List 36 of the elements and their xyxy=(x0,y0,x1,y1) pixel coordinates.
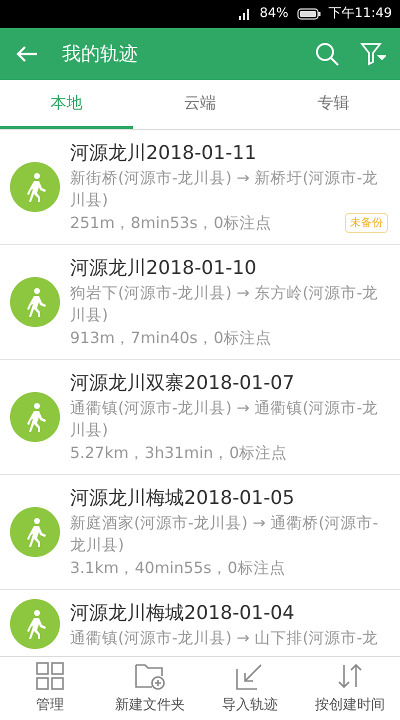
walking-icon xyxy=(10,392,60,442)
track-route: 新庭酒家(河源市-龙川县) → 通衢桥(河源市-龙川县) xyxy=(70,513,380,556)
folder-add-icon xyxy=(134,661,166,691)
track-title: 河源龙川梅城2018-01-04 xyxy=(70,601,296,626)
track-route: 狗岩下(河源市-龙川县) → 东方岭(河源市-龙川县) xyxy=(70,283,380,326)
toolbar-button[interactable]: 导入轨迹 xyxy=(200,657,300,720)
track-stats: 3.1km，40min55s，0标注点 xyxy=(70,558,286,579)
track-title: 河源龙川双寨2018-01-07 xyxy=(70,371,296,396)
track-route: 通衢镇(河源市-龙川县) → 山下排(河源市-龙 xyxy=(70,628,380,649)
signal-icon xyxy=(238,7,252,21)
track-stats: 5.27km，3h31min，0标注点 xyxy=(70,443,288,464)
grid-icon xyxy=(35,661,65,691)
walking-icon xyxy=(10,599,60,649)
backup-status-badge: 未备份 xyxy=(345,213,388,233)
walking-icon xyxy=(10,162,60,212)
search-icon xyxy=(314,41,340,67)
battery-percent: 84% xyxy=(260,5,289,24)
toolbar-button[interactable]: 新建文件夹 xyxy=(100,657,200,720)
page-title: 我的轨迹 xyxy=(62,42,138,67)
track-stats: 913m，7min40s，0标注点 xyxy=(70,328,272,349)
toolbar-button[interactable]: 按创建时间 xyxy=(300,657,400,720)
track-route: 新街桥(河源市-龙川县) → 新桥圩(河源市-龙川县) xyxy=(70,168,380,211)
track-route: 通衢镇(河源市-龙川县) → 通衢镇(河源市-龙川县) xyxy=(70,398,380,441)
track-title: 河源龙川梅城2018-01-05 xyxy=(70,486,296,511)
battery-icon xyxy=(296,8,321,20)
track-stats: 251m，8min53s，0标注点 xyxy=(70,213,272,234)
tab[interactable]: 专辑 xyxy=(266,80,400,129)
track-title: 河源龙川2018-01-10 xyxy=(70,256,258,281)
track-title: 河源龙川2018-01-11 xyxy=(70,141,258,166)
filter-icon xyxy=(360,42,386,66)
back-arrow-icon xyxy=(16,45,38,63)
walking-icon xyxy=(10,507,60,557)
clock: 下午11:49 xyxy=(328,5,392,24)
toolbar-button[interactable]: 管理 xyxy=(0,657,100,720)
tab[interactable]: 云端 xyxy=(133,80,267,129)
walking-icon xyxy=(10,277,60,327)
